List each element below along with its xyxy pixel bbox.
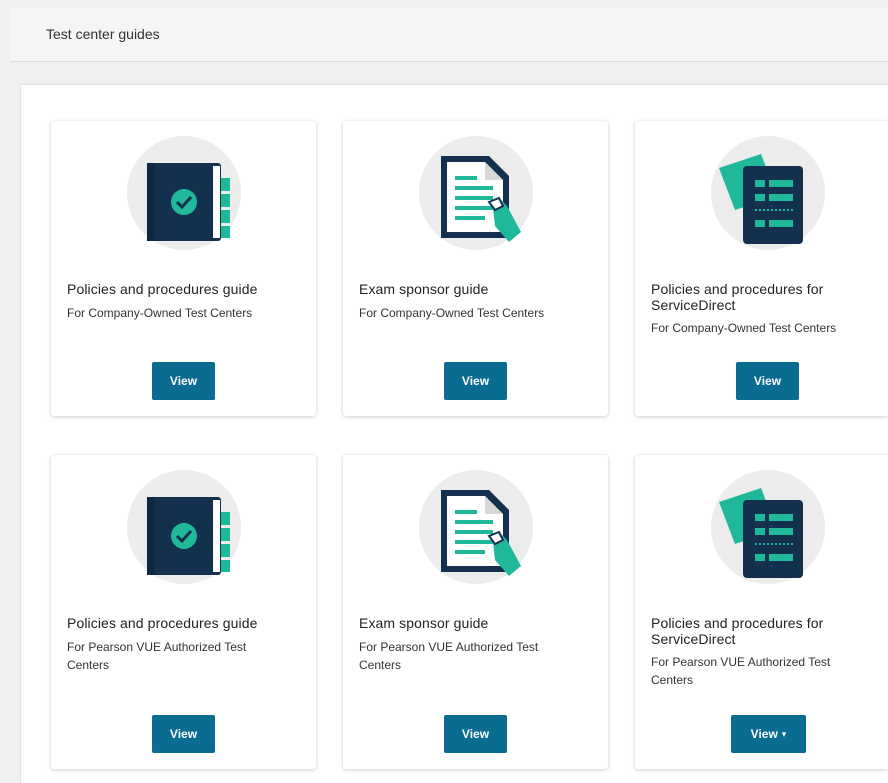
document-hand-icon	[419, 136, 533, 250]
guide-book-icon	[127, 136, 241, 250]
caret-down-icon: ▾	[781, 728, 787, 739]
page-header: Test center guides	[10, 8, 888, 62]
document-hand-icon	[419, 470, 533, 584]
guide-card: Policies and procedures guide For Pearso…	[51, 455, 316, 769]
card-title: Policies and procedures for ServiceDirec…	[651, 615, 824, 647]
list-tablet-icon	[711, 136, 825, 250]
card-subtitle: For Company-Owned Test Centers	[651, 321, 837, 335]
card-subtitle: For Company-Owned Test Centers	[359, 306, 545, 320]
card-subtitle: For Company-Owned Test Centers	[67, 306, 253, 320]
card-title: Policies and procedures guide	[67, 615, 258, 631]
card-title: Exam sponsor guide	[359, 281, 489, 297]
guide-book-icon	[127, 470, 241, 584]
view-button[interactable]: View	[444, 715, 507, 753]
guide-card: Policies and procedures for ServiceDirec…	[635, 121, 888, 416]
guide-card: Exam sponsor guide For Company-Owned Tes…	[343, 121, 608, 416]
guide-card: Exam sponsor guide For Pearson VUE Autho…	[343, 455, 608, 769]
view-button[interactable]: View	[444, 362, 507, 400]
view-button-label: View	[750, 727, 778, 741]
card-title: Exam sponsor guide	[359, 615, 489, 631]
view-button[interactable]: View	[152, 362, 215, 400]
guide-card: Policies and procedures guide For Compan…	[51, 121, 316, 416]
card-title: Policies and procedures for ServiceDirec…	[651, 281, 824, 313]
guide-card: Policies and procedures for ServiceDirec…	[635, 455, 888, 769]
card-title: Policies and procedures guide	[67, 281, 258, 297]
view-button[interactable]: View	[152, 715, 215, 753]
view-button[interactable]: View	[736, 362, 799, 400]
card-subtitle: For Pearson VUE Authorized Test Centers	[359, 640, 539, 672]
card-subtitle: For Pearson VUE Authorized Test Centers	[651, 655, 831, 687]
list-tablet-icon	[711, 470, 825, 584]
page-title: Test center guides	[46, 26, 160, 42]
view-dropdown-button[interactable]: View ▾	[731, 715, 806, 753]
card-subtitle: For Pearson VUE Authorized Test Centers	[67, 640, 247, 672]
